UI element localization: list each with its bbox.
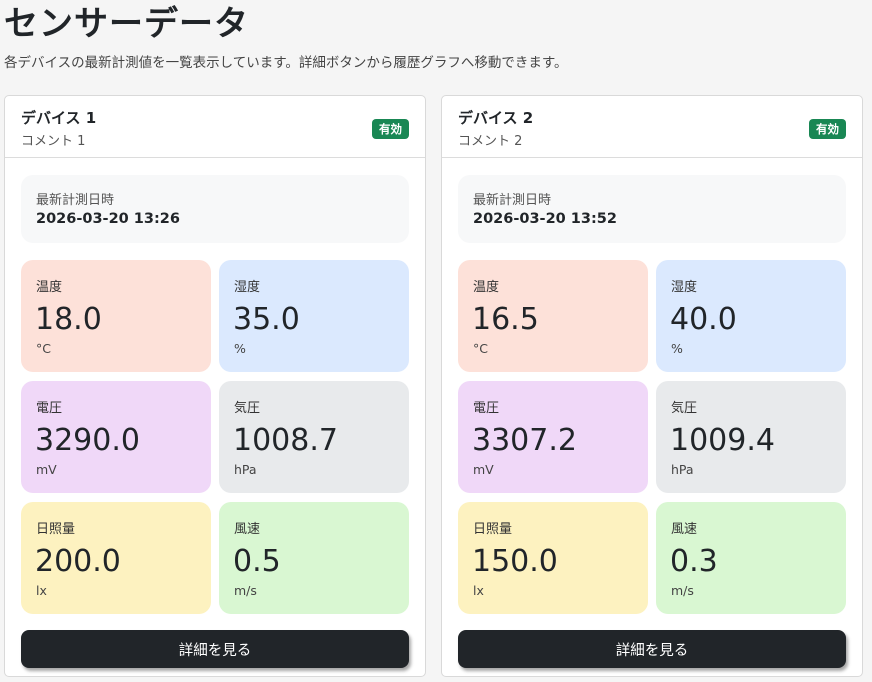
status-badge: 有効 [372,119,409,139]
latest-measurement-box: 最新計測日時 2026-03-20 13:52 [458,175,846,243]
metric-label: 日照量 [36,522,76,537]
metric-unit: % [671,341,683,356]
device-name: デバイス 1 [21,109,97,127]
metric-unit: lx [473,583,484,598]
latest-measurement-value: 2026-03-20 13:52 [473,211,617,227]
status-badge: 有効 [809,119,846,139]
metric-label: 気圧 [671,401,698,416]
metric-illuminance: 日照量 150.0 lx [458,502,648,614]
latest-measurement-value: 2026-03-20 13:26 [36,211,180,227]
page-description: 各デバイスの最新計測値を一覧表示しています。詳細ボタンから履歴グラフへ移動できま… [4,55,568,71]
page-title: センサーデータ [4,4,249,44]
metric-value: 3290.0 [35,423,140,458]
device-card: デバイス 2 コメント 2 有効 最新計測日時 2026-03-20 13:52… [441,95,863,677]
metric-value: 18.0 [35,302,102,337]
metric-wind-speed: 風速 0.5 m/s [219,502,409,614]
metric-temperature: 温度 16.5 °C [458,260,648,372]
metric-unit: °C [473,341,488,356]
metric-unit: % [234,341,246,356]
metric-label: 風速 [234,522,261,537]
metric-value: 40.0 [670,302,737,337]
metric-humidity: 湿度 40.0 % [656,260,846,372]
metric-unit: m/s [671,583,694,598]
metric-value: 0.5 [233,544,281,579]
metric-label: 電圧 [36,401,63,416]
metric-label: 日照量 [473,522,513,537]
metric-unit: °C [36,341,51,356]
device-card-list: デバイス 1 コメント 1 有効 最新計測日時 2026-03-20 13:26… [4,95,864,677]
metric-pressure: 気圧 1008.7 hPa [219,381,409,493]
metric-unit: hPa [671,462,694,477]
metric-pressure: 気圧 1009.4 hPa [656,381,846,493]
metric-voltage: 電圧 3307.2 mV [458,381,648,493]
metric-unit: m/s [234,583,257,598]
metric-value: 1009.4 [670,423,775,458]
view-details-button[interactable]: 詳細を見る [458,630,846,668]
metric-value: 35.0 [233,302,300,337]
metric-label: 温度 [473,280,500,295]
metric-voltage: 電圧 3290.0 mV [21,381,211,493]
metric-label: 気圧 [234,401,261,416]
metric-unit: hPa [234,462,257,477]
metric-value: 1008.7 [233,423,338,458]
metric-unit: mV [36,462,57,477]
device-card: デバイス 1 コメント 1 有効 最新計測日時 2026-03-20 13:26… [4,95,426,677]
metric-label: 電圧 [473,401,500,416]
latest-measurement-label: 最新計測日時 [473,193,552,208]
metric-value: 200.0 [35,544,121,579]
metric-label: 湿度 [671,280,698,295]
metric-wind-speed: 風速 0.3 m/s [656,502,846,614]
metric-value: 150.0 [472,544,558,579]
metric-label: 風速 [671,522,698,537]
metric-illuminance: 日照量 200.0 lx [21,502,211,614]
device-card-header: デバイス 1 コメント 1 有効 [5,96,425,158]
latest-measurement-box: 最新計測日時 2026-03-20 13:26 [21,175,409,243]
metric-humidity: 湿度 35.0 % [219,260,409,372]
metric-unit: mV [473,462,494,477]
device-comment: コメント 1 [21,134,86,149]
metric-label: 湿度 [234,280,261,295]
metric-unit: lx [36,583,47,598]
device-card-header: デバイス 2 コメント 2 有効 [442,96,862,158]
metric-temperature: 温度 18.0 °C [21,260,211,372]
latest-measurement-label: 最新計測日時 [36,193,115,208]
device-comment: コメント 2 [458,134,523,149]
device-name: デバイス 2 [458,109,534,127]
metric-value: 16.5 [472,302,539,337]
metric-value: 0.3 [670,544,718,579]
metric-label: 温度 [36,280,63,295]
metric-value: 3307.2 [472,423,577,458]
view-details-button[interactable]: 詳細を見る [21,630,409,668]
